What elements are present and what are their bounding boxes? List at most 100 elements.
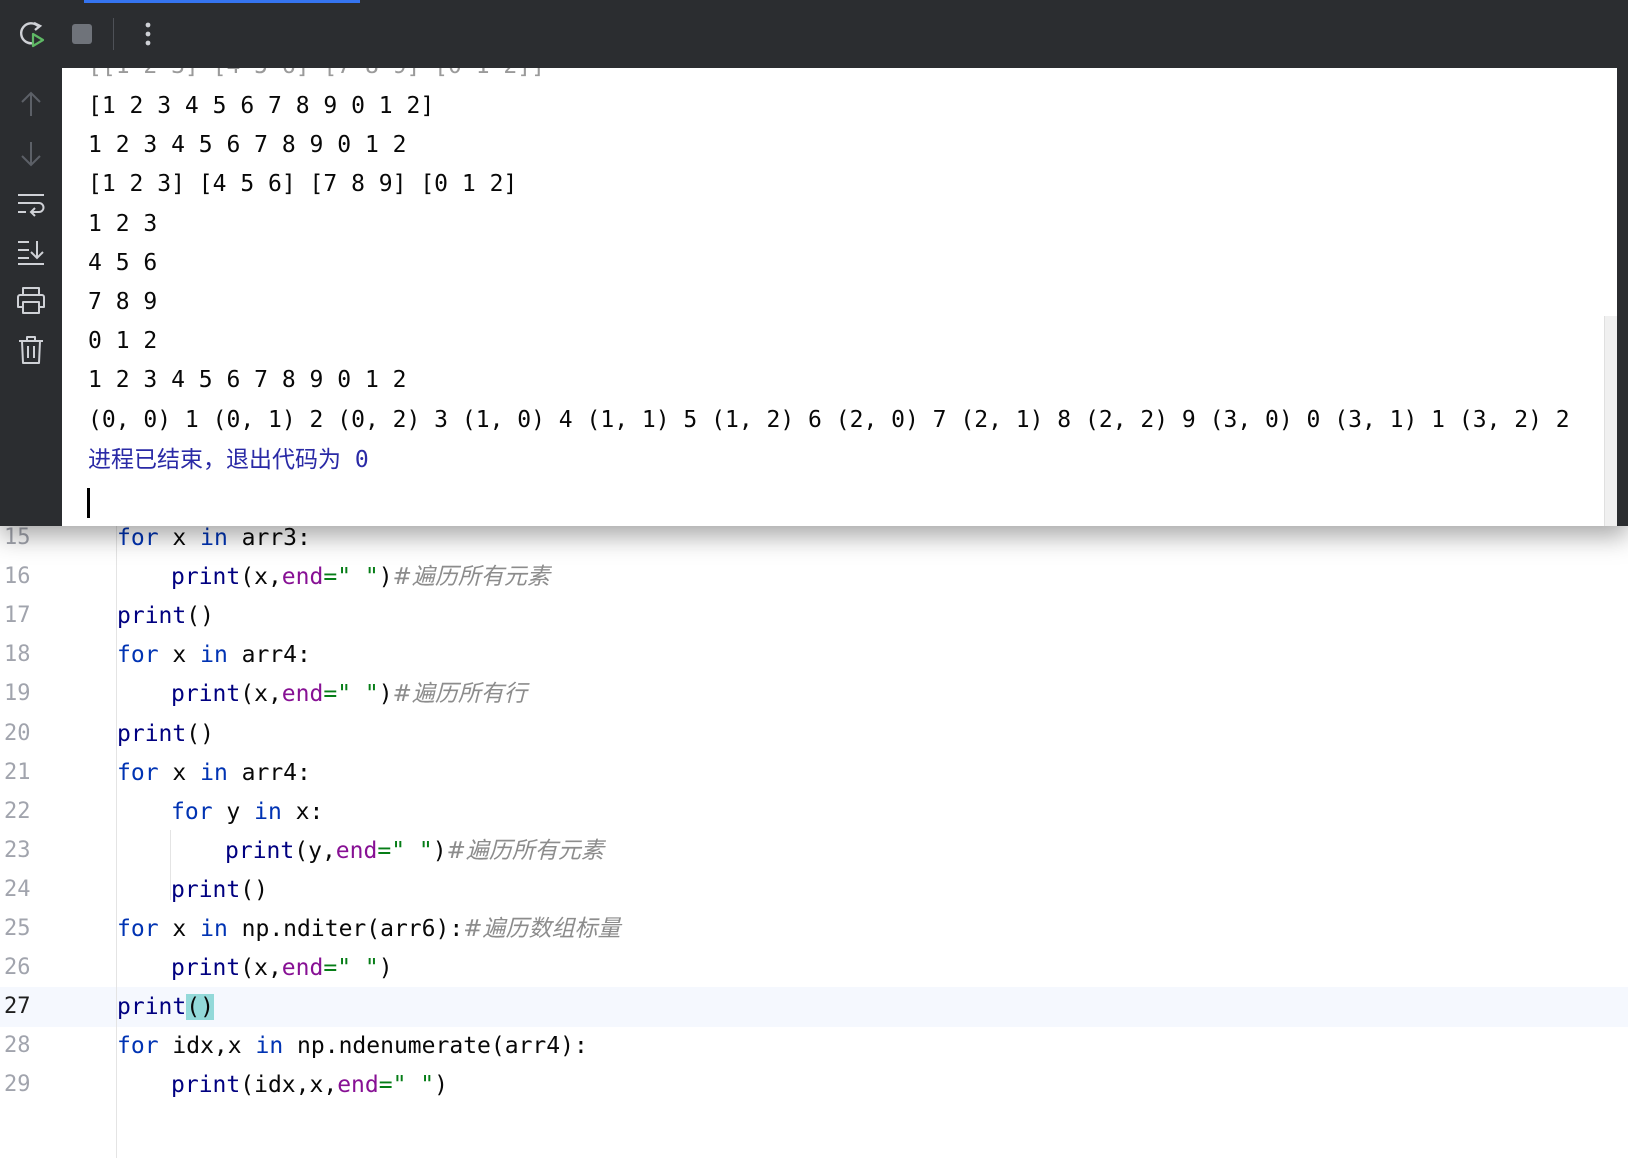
code-token: print — [171, 876, 241, 903]
code-token: () — [240, 876, 268, 903]
console-line: 1 2 3 4 5 6 7 8 9 0 1 2 — [88, 367, 407, 394]
code-token: print — [171, 1072, 241, 1099]
code-line[interactable]: 16 print(x,end=" ")#遍历所有元素 — [0, 557, 1628, 597]
code-token: for — [117, 1033, 159, 1060]
more-options-icon[interactable] — [130, 16, 166, 52]
code-token: y — [212, 798, 255, 825]
code-line[interactable]: 27 print() — [0, 987, 1628, 1028]
code-token: in — [200, 759, 228, 786]
print-icon[interactable] — [9, 280, 53, 320]
code-text: print() — [117, 596, 214, 636]
line-number: 22 — [4, 798, 31, 824]
code-line[interactable]: 23 print(y,end=" ")#遍历所有元素 — [0, 831, 1628, 871]
code-token: =" " — [323, 681, 379, 708]
arrow-down-icon[interactable] — [9, 134, 53, 174]
window-edge — [1617, 0, 1628, 526]
code-line[interactable]: 28 for idx,x in np.ndenumerate(arr4): — [0, 1026, 1628, 1066]
code-token: x: — [281, 798, 324, 825]
code-token: #遍历所有元素 — [446, 837, 604, 864]
line-number: 29 — [4, 1072, 31, 1098]
code-text: print(x,end=" ")#遍历所有行 — [171, 674, 527, 714]
code-token: print — [117, 994, 187, 1021]
console-side-toolbar — [0, 68, 62, 526]
line-number: 24 — [4, 876, 31, 902]
code-token: ) — [378, 564, 393, 591]
console-line: (0, 0) 1 (0, 1) 2 (0, 2) 3 (1, 0) 4 (1, … — [88, 406, 1570, 433]
code-token: for — [117, 916, 159, 942]
line-number: 26 — [4, 955, 31, 981]
code-token: end — [281, 681, 324, 708]
code-token: ) — [432, 837, 447, 864]
arrow-up-icon[interactable] — [9, 84, 53, 124]
line-number: 18 — [4, 642, 31, 668]
run-tool-window: [[1 2 3] [4 5 6] [7 8 9] [0 1 2]] [1 2 3… — [0, 0, 1628, 526]
code-text: print() — [117, 987, 214, 1027]
code-token: =" " — [323, 955, 379, 982]
line-number: 25 — [4, 916, 31, 941]
trash-icon[interactable] — [9, 330, 53, 370]
code-line[interactable]: 19 print(x,end=" ")#遍历所有行 — [0, 674, 1628, 714]
code-text: print() — [117, 714, 214, 754]
code-token: =" " — [377, 837, 433, 864]
code-text: for x in arr4: — [117, 635, 311, 675]
code-line[interactable]: 25 for x in np.nditer(arr6):#遍历数组标量 — [0, 909, 1628, 949]
code-line[interactable]: 29 print(idx,x,end=" ") — [0, 1065, 1628, 1105]
code-token: #遍历数组标量 — [463, 916, 621, 942]
code-token: () — [186, 994, 214, 1021]
code-token: (x, — [240, 955, 282, 982]
code-token: arr4: — [227, 642, 311, 669]
console-line: [1 2 3 4 5 6 7 8 9 0 1 2] — [88, 93, 435, 119]
code-token: () — [186, 720, 214, 747]
code-token: #遍历所有元素 — [392, 564, 550, 591]
code-line[interactable]: 20 print() — [0, 714, 1628, 754]
code-line[interactable]: 22 for y in x: — [0, 792, 1628, 832]
code-text: for x in arr4: — [117, 753, 311, 793]
code-text: print(x,end=" ") — [171, 948, 393, 988]
code-token: (x, — [240, 564, 282, 591]
console-line: [1 2 3] [4 5 6] [7 8 9] [0 1 2] — [88, 171, 518, 198]
console-line: 1 2 3 — [88, 210, 158, 237]
code-token: print — [117, 720, 187, 747]
code-token: print — [171, 681, 241, 708]
line-number: 16 — [4, 564, 31, 590]
console-line: 7 8 9 — [88, 289, 158, 315]
indent-guide — [170, 830, 171, 900]
rerun-icon[interactable] — [14, 16, 50, 52]
code-token: #遍历所有行 — [392, 681, 527, 708]
code-token: in — [200, 525, 228, 551]
code-token: ) — [378, 955, 393, 982]
code-token: print — [171, 955, 241, 982]
code-text: print(idx,x,end=" ") — [171, 1065, 448, 1105]
code-line[interactable]: 21 for x in arr4: — [0, 753, 1628, 793]
code-token: for — [117, 642, 159, 669]
code-token: x — [158, 642, 201, 669]
indent-guide — [116, 526, 117, 1158]
code-token: () — [186, 603, 214, 630]
code-token: np.nditer(arr6): — [227, 916, 464, 942]
soft-wrap-icon[interactable] — [9, 184, 53, 224]
console-output[interactable]: [[1 2 3] [4 5 6] [7 8 9] [0 1 2]] [1 2 3… — [62, 68, 1617, 526]
line-number: 20 — [4, 720, 31, 746]
code-text: print(y,end=" ")#遍历所有元素 — [225, 831, 604, 871]
active-tab-indicator — [84, 0, 360, 3]
code-line[interactable]: 26 print(x,end=" ") — [0, 948, 1628, 988]
console-line-partial: [[1 2 3] [4 5 6] [7 8 9] [0 1 2]] — [88, 68, 545, 86]
stop-icon[interactable] — [66, 18, 98, 50]
code-token: for — [117, 525, 159, 551]
code-text: print(x,end=" ")#遍历所有元素 — [171, 557, 550, 597]
line-number: 23 — [4, 837, 31, 863]
code-line[interactable]: 24 print() — [0, 870, 1628, 910]
code-token: =" " — [378, 1072, 435, 1099]
code-token: print — [117, 603, 187, 630]
line-number: 19 — [4, 681, 31, 707]
scroll-to-end-icon[interactable] — [9, 232, 53, 272]
console-line: 4 5 6 — [88, 249, 158, 276]
code-token: in — [200, 642, 228, 669]
text-cursor — [87, 488, 90, 518]
code-line[interactable]: 18 for x in arr4: — [0, 635, 1628, 675]
code-token: (x, — [240, 681, 282, 708]
console-scrollbar[interactable] — [1604, 316, 1617, 526]
code-token: for — [117, 759, 159, 786]
code-line[interactable]: 17 print() — [0, 596, 1628, 636]
code-token: end — [335, 837, 378, 864]
